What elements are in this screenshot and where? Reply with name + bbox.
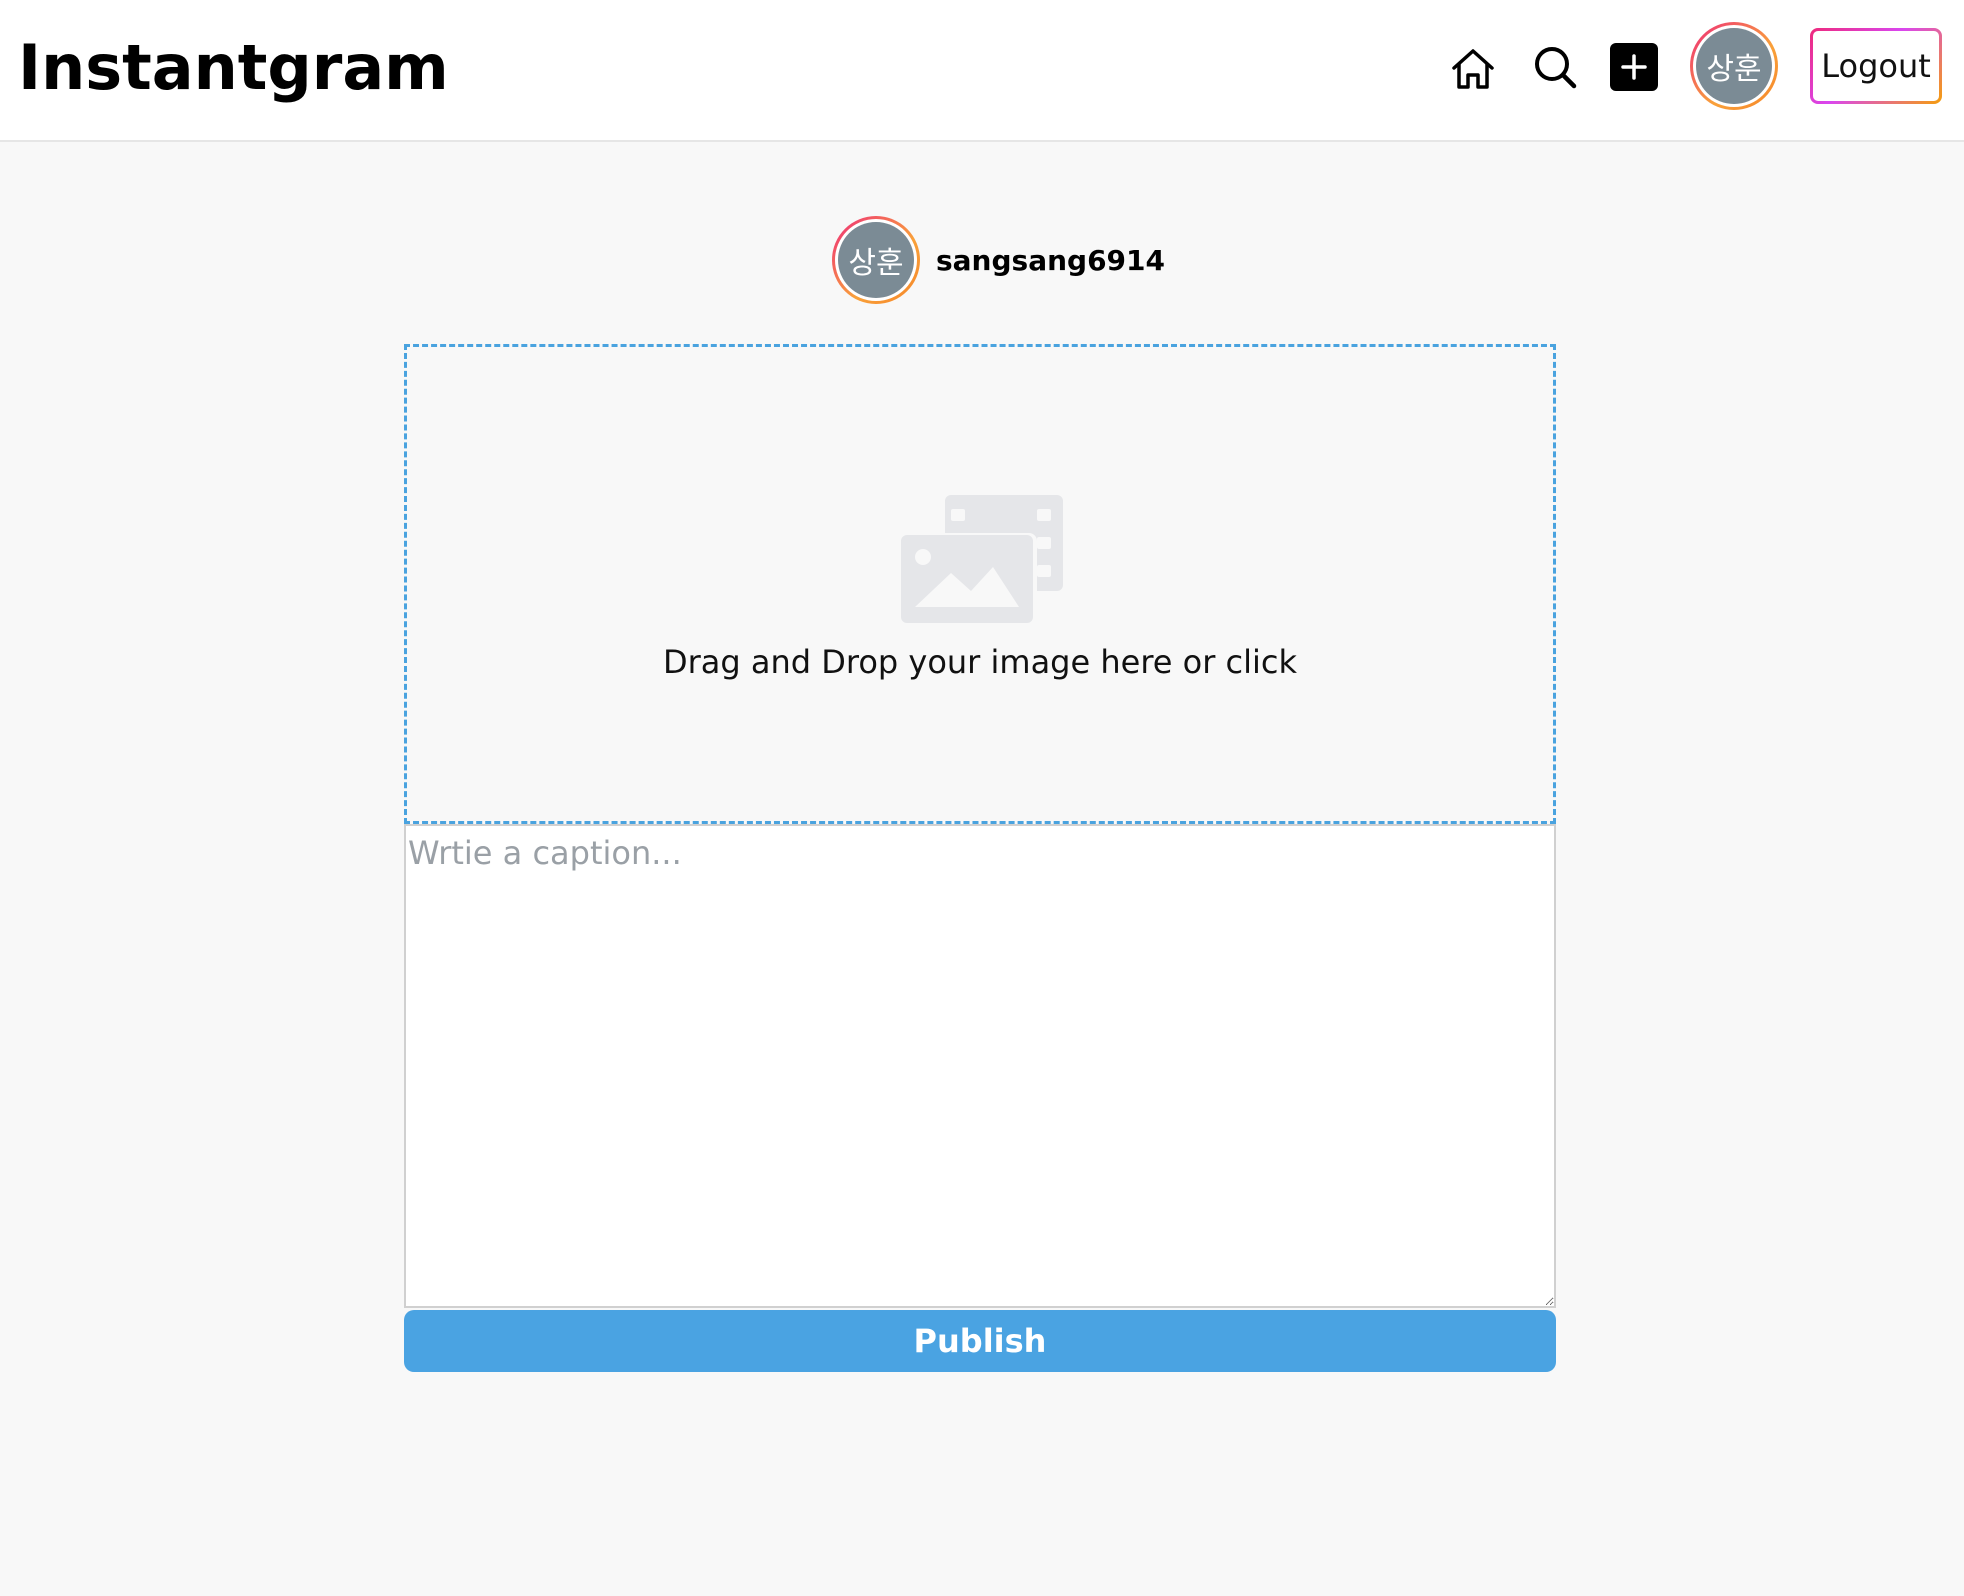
avatar-inner-ring: 상훈 — [835, 219, 917, 301]
home-icon[interactable] — [1448, 44, 1498, 94]
app-logo[interactable]: Instantgram — [18, 28, 449, 108]
logout-button-border: Logout — [1810, 28, 1942, 104]
author-username: sangsang6914 — [936, 243, 1166, 277]
image-dropzone[interactable]: Drag and Drop your image here or click — [404, 344, 1556, 824]
dropzone-text: Drag and Drop your image here or click — [662, 643, 1298, 681]
avatar-initials: 상훈 — [838, 222, 914, 298]
logout-button[interactable]: Logout — [1813, 31, 1939, 101]
caption-textarea[interactable] — [404, 824, 1556, 1308]
publish-button[interactable]: Publish — [404, 1310, 1556, 1372]
profile-avatar[interactable]: 상훈 — [1690, 22, 1778, 110]
author-avatar: 상훈 — [832, 216, 920, 304]
create-post-icon[interactable] — [1610, 43, 1658, 91]
top-navbar: Instantgram 상훈 Logout — [0, 0, 1964, 142]
post-author: 상훈 sangsang6914 — [832, 216, 1165, 304]
avatar-inner-ring: 상훈 — [1693, 25, 1775, 107]
avatar-initials: 상훈 — [1696, 28, 1772, 104]
search-icon[interactable] — [1530, 42, 1580, 92]
photo-video-icon — [899, 495, 1063, 627]
